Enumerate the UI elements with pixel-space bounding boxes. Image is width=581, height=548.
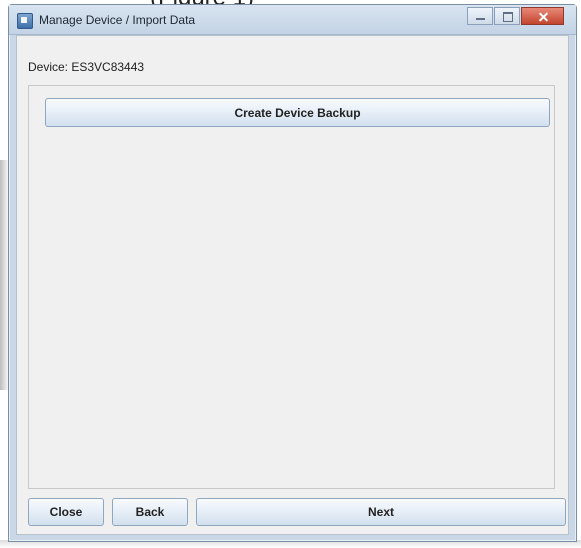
close-icon[interactable]: [521, 7, 564, 25]
close-button[interactable]: Close: [28, 498, 104, 526]
window-title: Manage Device / Import Data: [39, 13, 196, 27]
maximize-icon[interactable]: [494, 7, 520, 25]
back-button[interactable]: Back: [112, 498, 188, 526]
left-shadow: [0, 160, 8, 390]
title-bar[interactable]: Manage Device / Import Data: [9, 5, 576, 35]
manage-device-window: Manage Device / Import Data Device: ES3V…: [8, 4, 577, 542]
create-device-backup-button[interactable]: Create Device Backup: [45, 98, 550, 127]
content-panel: Create Device Backup: [28, 85, 555, 489]
minimize-icon[interactable]: [467, 7, 493, 25]
page: (Figure 1) Manage Device / Import Data D…: [0, 0, 581, 548]
next-button[interactable]: Next: [196, 498, 566, 526]
window-controls: [467, 7, 564, 25]
dialog-client-area: Device: ES3VC83443 Create Device Backup …: [16, 35, 569, 535]
app-window-icon: [17, 13, 33, 29]
device-label: Device: ES3VC83443: [28, 60, 145, 74]
